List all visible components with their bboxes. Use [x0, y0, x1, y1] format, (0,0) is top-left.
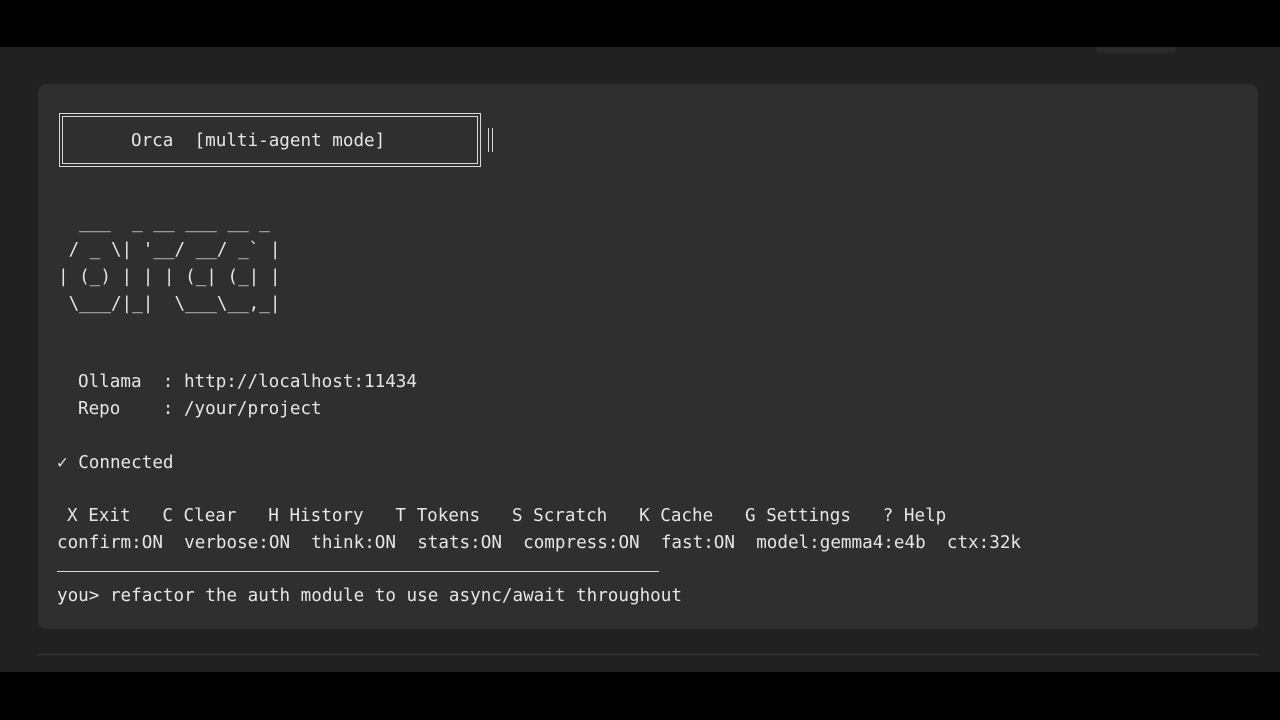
shortcut-label: Cache [660, 506, 714, 526]
shortcut-scratch[interactable]: S Scratch [512, 506, 607, 526]
window-tab [1096, 47, 1176, 53]
shortcut-label: Help [903, 506, 947, 526]
letterbox-top [0, 0, 1280, 47]
prompt-prefix: you> [57, 586, 100, 606]
repo-path: /your/project [183, 399, 322, 419]
shortcut-key: ? [882, 506, 894, 526]
toggle-status-bar: confirm:ON verbose:ON think:ON stats:ON … [57, 530, 1021, 557]
shortcut-exit[interactable]: X Exit [67, 506, 131, 526]
repo-label: Repo [78, 399, 121, 419]
ascii-logo-line: \___/|_| \___\__,_| [58, 294, 281, 314]
shortcut-label: Exit [88, 506, 131, 526]
context-size: ctx:32k [946, 533, 1022, 553]
connection-status: ✓ Connected [57, 450, 174, 477]
connection-info: Ollama : http://localhost:11434 Repo : /… [78, 369, 417, 423]
ollama-separator: : [162, 372, 174, 392]
shortcut-history[interactable]: H History [268, 506, 363, 526]
banner-box-edge [488, 128, 493, 152]
shortcut-key: H [268, 506, 279, 526]
shortcut-cache[interactable]: K Cache [639, 506, 713, 526]
toggle-verbose: verbose:ON [184, 533, 291, 553]
ascii-logo: ___ _ __ ___ __ _ / _ \| '__/ __/ _` | |… [58, 210, 280, 318]
shortcut-key: S [511, 506, 523, 526]
shortcut-clear[interactable]: C Clear [162, 506, 236, 526]
shortcut-help[interactable]: ? Help [883, 506, 947, 526]
banner-title: Orca [multi-agent mode] [131, 131, 386, 151]
ascii-logo-line: | (_) | | | (_| (_| | [58, 267, 281, 287]
repo-separator: : [162, 399, 174, 419]
bottom-rule [38, 654, 1258, 655]
shortcut-key: G [745, 506, 756, 526]
status-text: Connected [78, 453, 174, 473]
ascii-logo-line: / _ \| '__/ __/ _` | [58, 240, 281, 260]
toggle-stats: stats:ON [417, 533, 502, 553]
check-icon: ✓ [57, 453, 68, 473]
shortcut-key: X [67, 506, 78, 526]
shortcut-label: Settings [766, 506, 851, 526]
shortcut-label: Tokens [416, 506, 481, 526]
ascii-logo-line: ___ _ __ ___ __ _ [58, 213, 281, 233]
toggle-compress: compress:ON [523, 533, 640, 553]
shortcut-label: Scratch [533, 506, 608, 526]
model-name: model:gemma4:e4b [756, 533, 926, 553]
shortcut-settings[interactable]: G Settings [745, 506, 851, 526]
shortcut-label: History [289, 506, 364, 526]
ollama-label: Ollama [78, 372, 142, 392]
ollama-url: http://localhost:11434 [183, 372, 417, 392]
toggle-fast: fast:ON [660, 533, 735, 553]
shortcut-label: Clear [183, 506, 237, 526]
prompt-line[interactable]: you> refactor the auth module to use asy… [57, 583, 682, 610]
shortcut-key: K [639, 506, 650, 526]
prompt-input[interactable]: refactor the auth module to use async/aw… [110, 586, 682, 606]
shortcut-key: C [162, 506, 173, 526]
shortcut-tokens[interactable]: T Tokens [395, 506, 480, 526]
toggle-think: think:ON [311, 533, 396, 553]
shortcut-key: T [395, 506, 406, 526]
divider [57, 571, 659, 572]
toggle-confirm: confirm:ON [57, 533, 163, 553]
shortcut-bar: X Exit C Clear H History T Tokens S Scra… [67, 503, 946, 530]
letterbox-bottom [0, 672, 1280, 720]
